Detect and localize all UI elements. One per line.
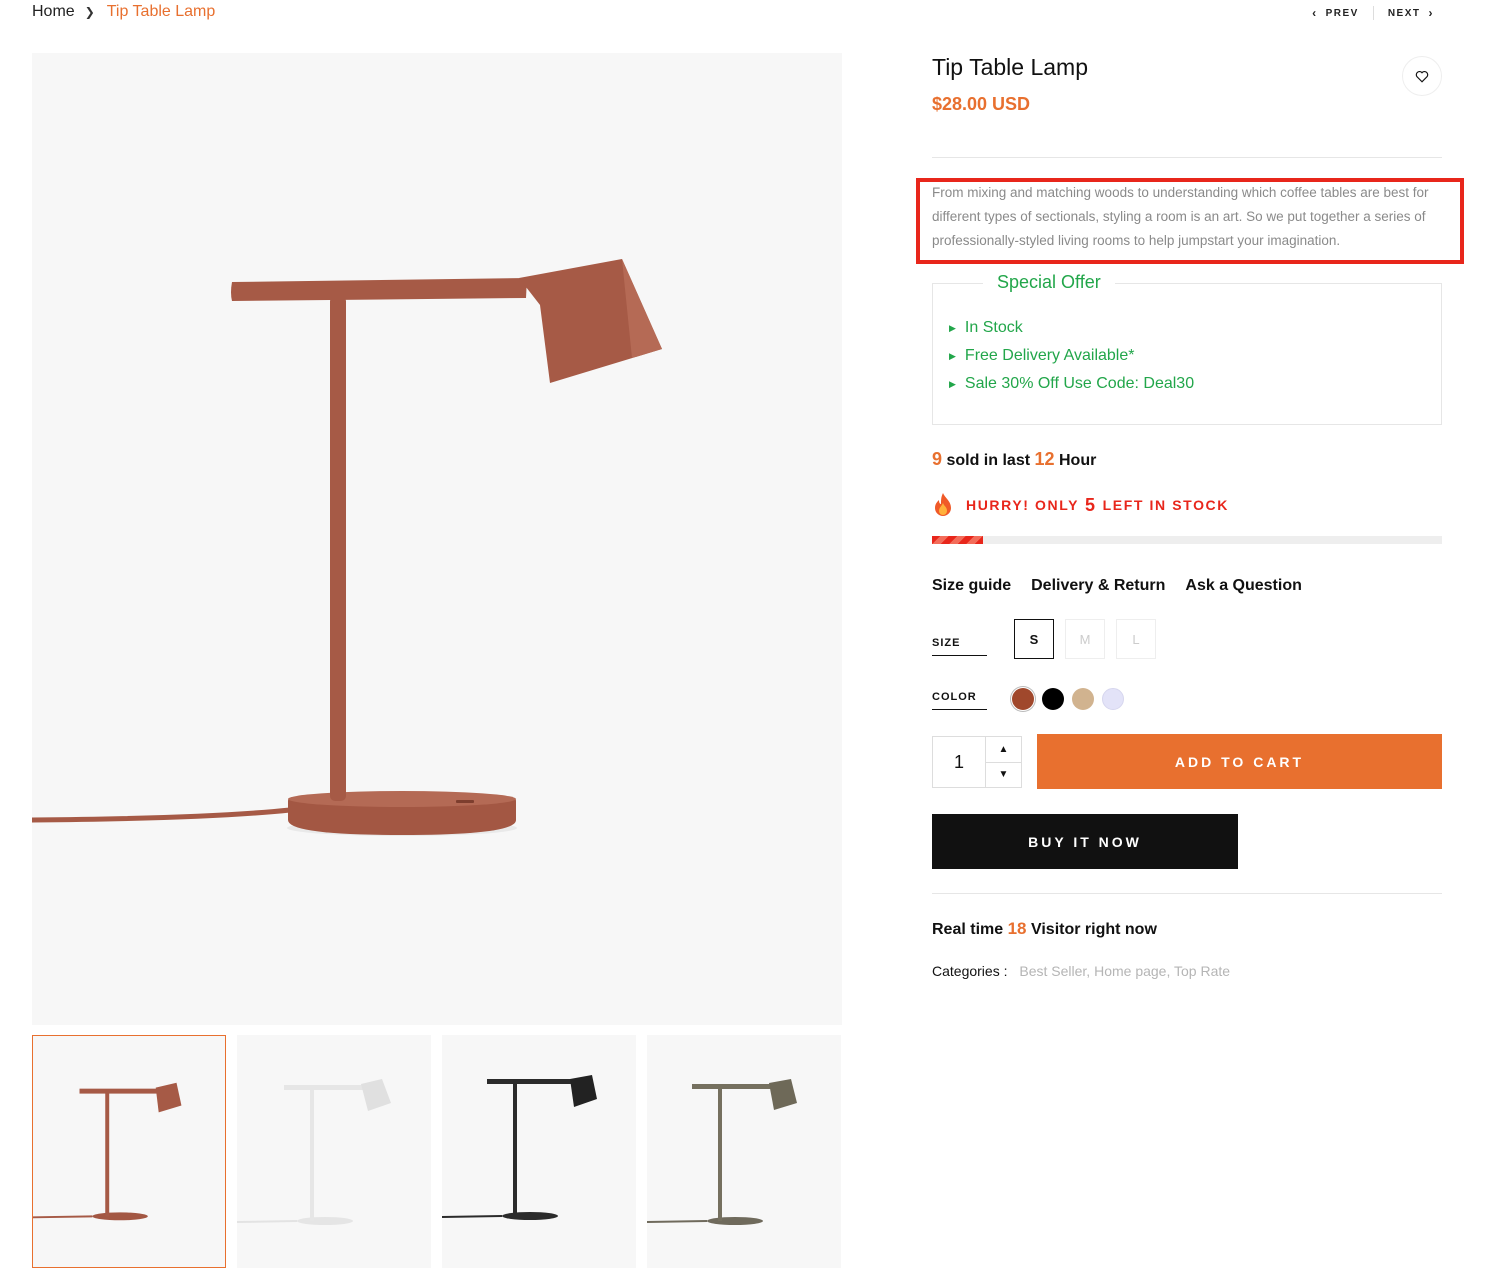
ask-question-link[interactable]: Ask a Question bbox=[1185, 577, 1301, 595]
category-link-top-rate[interactable]: Top Rate bbox=[1174, 963, 1230, 979]
triangle-right-icon: ▶ bbox=[949, 351, 956, 361]
heart-icon bbox=[1415, 70, 1429, 83]
chevron-right-icon: › bbox=[1428, 6, 1434, 20]
breadcrumb: Home ❯ Tip Table Lamp bbox=[32, 3, 215, 21]
sold-text: sold in last bbox=[946, 452, 1031, 469]
size-label: SIZE bbox=[932, 637, 987, 656]
triangle-right-icon: ▶ bbox=[949, 323, 956, 333]
category-links: Best Seller, Home page, Top Rate bbox=[1019, 963, 1230, 979]
lamp-thumbnail-image bbox=[237, 1079, 391, 1225]
offer-item-text: Free Delivery Available* bbox=[964, 347, 1135, 364]
color-options bbox=[1012, 688, 1124, 710]
category-link-home-page[interactable]: Home page, bbox=[1094, 963, 1170, 979]
quantity-arrows: ▲ ▼ bbox=[985, 737, 1021, 787]
decrease-quantity-button[interactable]: ▼ bbox=[986, 763, 1021, 788]
visitor-count: 18 bbox=[1007, 919, 1027, 938]
offer-item-text: In Stock bbox=[964, 319, 1023, 336]
triangle-right-icon: ▶ bbox=[949, 379, 956, 389]
divider bbox=[932, 157, 1442, 158]
thumbnail-olive[interactable] bbox=[647, 1035, 841, 1268]
sold-count: 9 bbox=[932, 449, 943, 469]
product-categories: Categories : Best Seller, Home page, Top… bbox=[932, 963, 1230, 979]
pager-divider bbox=[1372, 6, 1374, 20]
sold-unit: Hour bbox=[1058, 452, 1097, 469]
size-guide-link[interactable]: Size guide bbox=[932, 577, 1011, 595]
lamp-thumbnail-image bbox=[33, 1082, 182, 1221]
divider bbox=[932, 893, 1442, 894]
hurry-suffix: LEFT IN STOCK bbox=[1102, 497, 1229, 513]
thumbnail-copper[interactable] bbox=[32, 1035, 226, 1268]
prev-label: PREV bbox=[1325, 7, 1359, 19]
product-description: From mixing and matching woods to unders… bbox=[932, 185, 1429, 248]
color-swatch-tan[interactable] bbox=[1072, 688, 1094, 710]
stock-progress-bar bbox=[932, 536, 1442, 544]
buy-now-button[interactable]: BUY IT NOW bbox=[932, 814, 1238, 869]
offer-item: ▶ Sale 30% Off Use Code: Deal30 bbox=[949, 370, 1194, 398]
main-product-image[interactable] bbox=[32, 53, 842, 1025]
lamp-image bbox=[32, 259, 662, 836]
next-product-link[interactable]: NEXT › bbox=[1388, 6, 1442, 20]
caret-down-icon: ▼ bbox=[998, 769, 1009, 781]
fire-icon bbox=[935, 493, 951, 516]
visitor-counter: Real time 18 Visitor right now bbox=[932, 919, 1157, 939]
quantity-input[interactable] bbox=[933, 737, 985, 787]
product-details: Tip Table Lamp $28.00 USD From mixing an… bbox=[916, 50, 1464, 979]
hurry-prefix: HURRY! ONLY bbox=[966, 497, 1080, 513]
info-links: Size guide Delivery & Return Ask a Quest… bbox=[932, 577, 1302, 595]
visitor-suffix: Visitor right now bbox=[1030, 921, 1157, 938]
product-price: $28.00 USD bbox=[932, 94, 1031, 114]
thumbnail-black[interactable] bbox=[442, 1035, 636, 1268]
add-to-cart-button[interactable]: ADD TO CART bbox=[1037, 734, 1442, 789]
chevron-right-icon: ❯ bbox=[84, 5, 95, 19]
sold-counter: 9 sold in last 12 Hour bbox=[932, 449, 1096, 470]
special-offer-list: ▶ In Stock ▶ Free Delivery Available* ▶ Sal… bbox=[949, 314, 1194, 398]
increase-quantity-button[interactable]: ▲ bbox=[986, 737, 1021, 763]
lamp-thumbnail-image bbox=[647, 1079, 797, 1225]
chevron-left-icon: ‹ bbox=[1312, 6, 1318, 20]
prev-product-link[interactable]: ‹ PREV bbox=[1304, 6, 1359, 20]
stock-warning: HURRY! ONLY 5 LEFT IN STOCK bbox=[932, 492, 1229, 518]
color-swatch-black[interactable] bbox=[1042, 688, 1064, 710]
color-swatch-lavender[interactable] bbox=[1102, 688, 1124, 710]
size-options: S M L bbox=[1014, 619, 1156, 659]
size-option-m[interactable]: M bbox=[1065, 619, 1105, 659]
size-option-l[interactable]: L bbox=[1116, 619, 1156, 659]
special-offer-title: Special Offer bbox=[983, 272, 1115, 293]
hurry-count: 5 bbox=[1085, 494, 1097, 515]
caret-up-icon: ▲ bbox=[998, 743, 1009, 755]
lamp-thumbnail-image bbox=[442, 1075, 597, 1220]
offer-item: ▶ In Stock bbox=[949, 314, 1194, 342]
size-option-s[interactable]: S bbox=[1014, 619, 1054, 659]
color-swatch-copper[interactable] bbox=[1012, 688, 1034, 710]
color-label: COLOR bbox=[932, 691, 987, 710]
stock-progress-fill bbox=[932, 536, 983, 544]
breadcrumb-home-link[interactable]: Home bbox=[32, 3, 75, 21]
delivery-return-link[interactable]: Delivery & Return bbox=[1031, 577, 1165, 595]
special-offer-box: Special Offer ▶ In Stock ▶ Free Delivery A… bbox=[932, 272, 1442, 425]
sold-hours: 12 bbox=[1034, 449, 1055, 469]
next-label: NEXT bbox=[1387, 7, 1421, 19]
breadcrumb-current: Tip Table Lamp bbox=[106, 3, 216, 20]
thumbnail-white[interactable] bbox=[237, 1035, 431, 1268]
category-link-best-seller[interactable]: Best Seller, bbox=[1019, 963, 1090, 979]
quantity-stepper: ▲ ▼ bbox=[932, 736, 1022, 788]
categories-label: Categories : bbox=[932, 963, 1008, 979]
visitor-prefix: Real time bbox=[932, 921, 1004, 938]
thumbnail-gallery bbox=[32, 1035, 841, 1268]
product-pager: ‹ PREV NEXT › bbox=[1304, 6, 1442, 20]
product-title: Tip Table Lamp bbox=[932, 54, 1088, 80]
offer-item: ▶ Free Delivery Available* bbox=[949, 342, 1194, 370]
offer-item-text: Sale 30% Off Use Code: Deal30 bbox=[964, 375, 1195, 392]
wishlist-button[interactable] bbox=[1402, 56, 1442, 96]
